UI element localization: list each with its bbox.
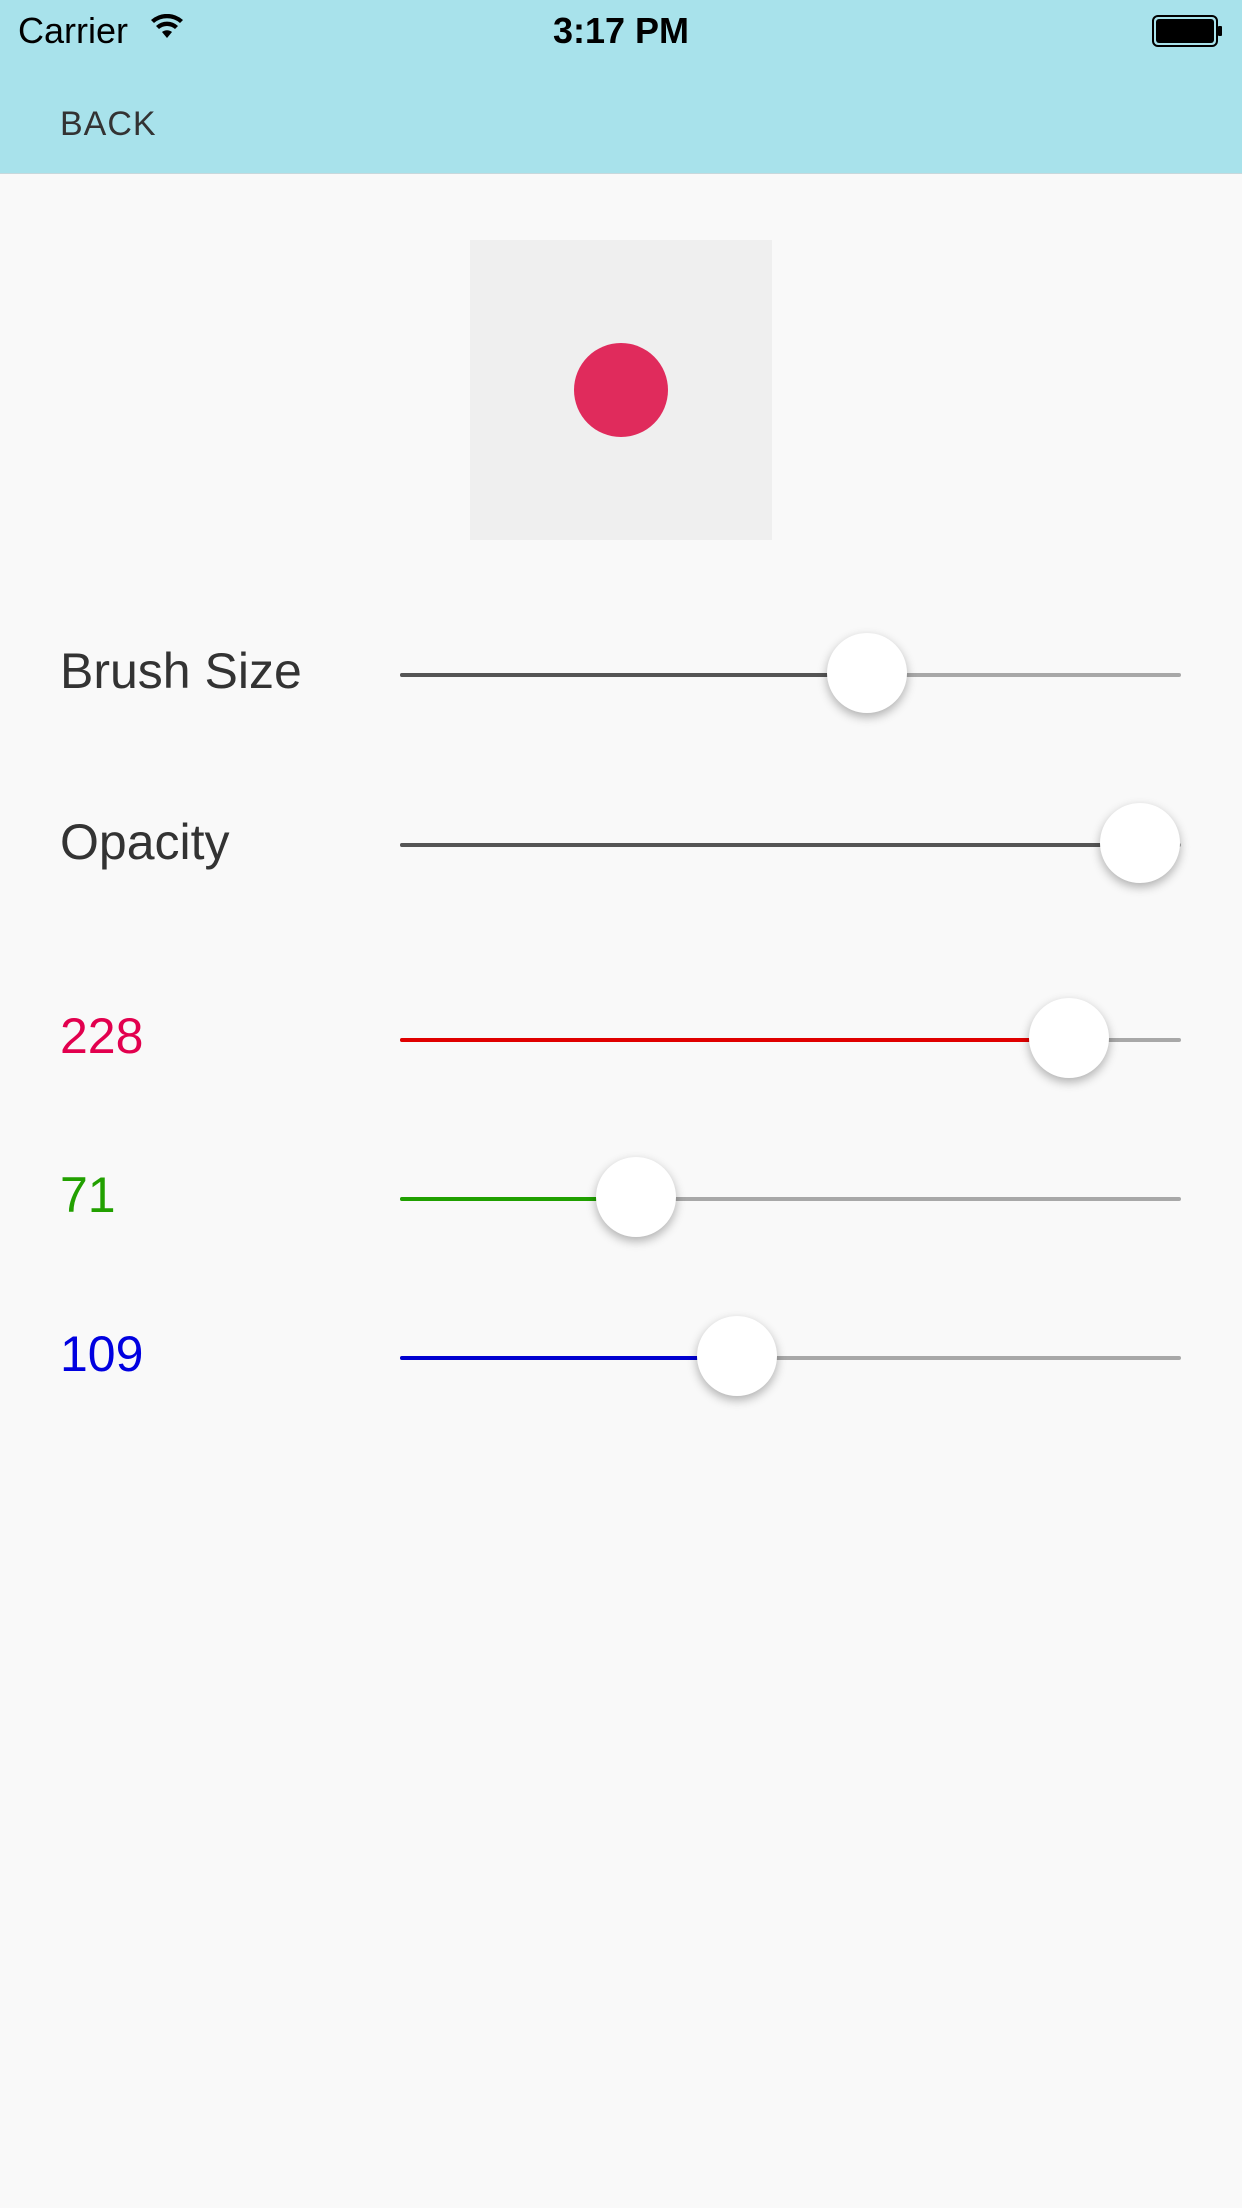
red-slider-thumb[interactable]: [1028, 998, 1109, 1078]
navigation-bar: Carrier 3:17 PM BACK: [0, 0, 1242, 174]
opacity-slider-thumb[interactable]: [1099, 803, 1180, 883]
brush-preview: [470, 240, 772, 540]
red-value-label: 228: [60, 1008, 144, 1064]
opacity-label: Opacity: [60, 814, 230, 870]
battery-icon: [1152, 15, 1222, 47]
blue-value-label: 109: [60, 1326, 144, 1382]
green-value-label: 71: [60, 1167, 116, 1223]
opacity-slider-fill: [400, 843, 1140, 847]
back-button[interactable]: BACK: [60, 105, 157, 144]
brush-size-slider-thumb[interactable]: [827, 633, 908, 713]
red-slider-fill: [400, 1038, 1069, 1042]
brush-preview-dot: [574, 343, 668, 437]
brush-size-label: Brush Size: [60, 643, 302, 699]
blue-slider[interactable]: [400, 1316, 1181, 1396]
green-slider[interactable]: [400, 1157, 1181, 1237]
opacity-slider[interactable]: [400, 803, 1181, 883]
blue-slider-thumb[interactable]: [697, 1316, 778, 1396]
blue-slider-fill: [400, 1356, 738, 1360]
brush-size-slider[interactable]: [400, 633, 1181, 713]
red-slider[interactable]: [400, 998, 1181, 1078]
green-slider-thumb[interactable]: [595, 1157, 676, 1237]
clock: 3:17 PM: [552, 10, 690, 51]
brush-size-slider-fill: [400, 673, 868, 677]
